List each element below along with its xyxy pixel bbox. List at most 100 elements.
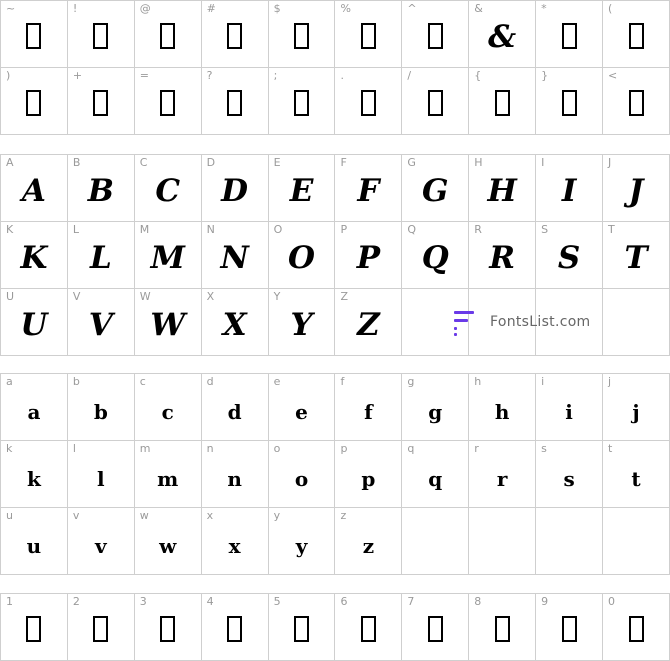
character-label: n [206, 442, 214, 455]
missing-glyph-box [561, 89, 577, 116]
character-label: d [206, 375, 214, 388]
glyph-preview: s [563, 467, 575, 491]
glyph-preview [604, 9, 669, 65]
glyph-cell: WW [133, 288, 202, 356]
glyph-cell: ; [267, 67, 336, 135]
glyph-cell: ww [133, 507, 202, 575]
missing-glyph-box [494, 615, 510, 642]
glyph-cell: 0 [602, 593, 670, 661]
glyph-cell: 2 [66, 593, 135, 661]
grid-row: ) + =?;. /{} < [0, 67, 670, 135]
digits-grid: 1234567890 [0, 593, 670, 661]
fontslist-watermark: FontsList.com [454, 310, 624, 340]
glyph-cell: AA [0, 154, 68, 222]
glyph-preview: Y [290, 307, 313, 343]
glyph-preview: n [227, 467, 242, 491]
missing-glyph-box [494, 89, 510, 116]
grid-row: KKLLMMNNOOPPQQRRSSTT [0, 221, 670, 289]
missing-glyph-box [628, 89, 644, 116]
glyph-preview: Z [357, 307, 380, 343]
empty-cell [401, 507, 470, 575]
glyph-cell: DD [200, 154, 269, 222]
glyph-preview [135, 9, 200, 65]
glyph-preview: X [222, 307, 247, 343]
character-label: e [273, 375, 281, 388]
glyph-preview: P [356, 240, 381, 276]
glyph-preview: f [364, 400, 373, 424]
glyph-cell: # [200, 0, 269, 68]
character-label: m [139, 442, 151, 455]
glyph-preview: C [155, 173, 181, 209]
glyph-cell: QQ [401, 221, 470, 289]
glyph-cell: UU [0, 288, 68, 356]
character-label: h [474, 375, 482, 388]
glyph-cell: gg [401, 373, 470, 441]
glyph-preview: y [295, 534, 308, 558]
glyph-preview: I [561, 173, 577, 209]
missing-glyph-box [360, 615, 376, 642]
glyph-preview: N [220, 240, 249, 276]
glyph-cell: / [401, 67, 470, 135]
glyph-preview: G [422, 173, 449, 209]
character-label: u [6, 509, 13, 522]
glyph-cell: @ [133, 0, 202, 68]
glyph-preview: B [87, 173, 114, 209]
glyph-cell: } [535, 67, 604, 135]
missing-glyph-box [628, 22, 644, 49]
glyph-cell: OO [267, 221, 336, 289]
empty-cell [602, 507, 670, 575]
glyph-cell: nn [200, 440, 269, 508]
glyph-preview [202, 9, 267, 65]
character-label: x [206, 509, 214, 522]
empty-cell [468, 507, 537, 575]
glyph-preview [202, 76, 267, 132]
glyph-cell: LL [66, 221, 135, 289]
missing-glyph-box [294, 22, 309, 49]
glyph-preview: e [295, 400, 308, 424]
glyph-preview: F [357, 173, 380, 209]
glyph-preview [1, 602, 66, 658]
glyph-preview [336, 602, 401, 658]
glyph-preview: E [289, 173, 314, 209]
character-label: w [139, 509, 149, 522]
glyph-preview [604, 76, 669, 132]
character-label: c [139, 375, 146, 388]
glyph-cell: 8 [468, 593, 537, 661]
glyph-cell: xx [200, 507, 269, 575]
glyph-preview [604, 602, 669, 658]
missing-glyph-box [26, 615, 42, 642]
character-label: k [6, 442, 13, 455]
glyph-preview [1, 9, 66, 65]
glyph-cell: pp [334, 440, 403, 508]
empty-cell [535, 507, 604, 575]
glyph-preview: & [488, 19, 517, 55]
glyph-preview [470, 76, 535, 132]
glyph-cell: TT [602, 221, 670, 289]
glyph-preview: q [428, 467, 443, 491]
glyph-cell: { [468, 67, 537, 135]
glyph-cell: 7 [401, 593, 470, 661]
glyph-cell: mm [133, 440, 202, 508]
glyph-cell: JJ [602, 154, 670, 222]
glyph-preview: V [88, 307, 113, 343]
glyph-preview: D [221, 173, 249, 209]
glyph-cell: % [334, 0, 403, 68]
missing-glyph-box [93, 22, 109, 49]
glyph-cell: yy [267, 507, 336, 575]
lowercase-grid: aabbccddeeffgghhiijjkkllmmnnooppqqrrsstt… [0, 373, 670, 575]
glyph-preview: r [496, 467, 508, 491]
glyph-preview: l [97, 467, 105, 491]
glyph-cell: ) [0, 67, 68, 135]
glyph-preview: j [632, 400, 640, 424]
glyph-preview: w [159, 534, 177, 558]
missing-glyph-box [561, 22, 577, 49]
glyph-preview: M [150, 240, 185, 276]
missing-glyph-box [227, 615, 243, 642]
glyph-cell: ll [66, 440, 135, 508]
missing-glyph-box [26, 89, 42, 116]
glyph-cell: FF [334, 154, 403, 222]
glyph-cell: GG [401, 154, 470, 222]
glyph-preview: z [362, 534, 375, 558]
glyph-preview: R [489, 240, 516, 276]
glyph-cell: zz [334, 507, 403, 575]
